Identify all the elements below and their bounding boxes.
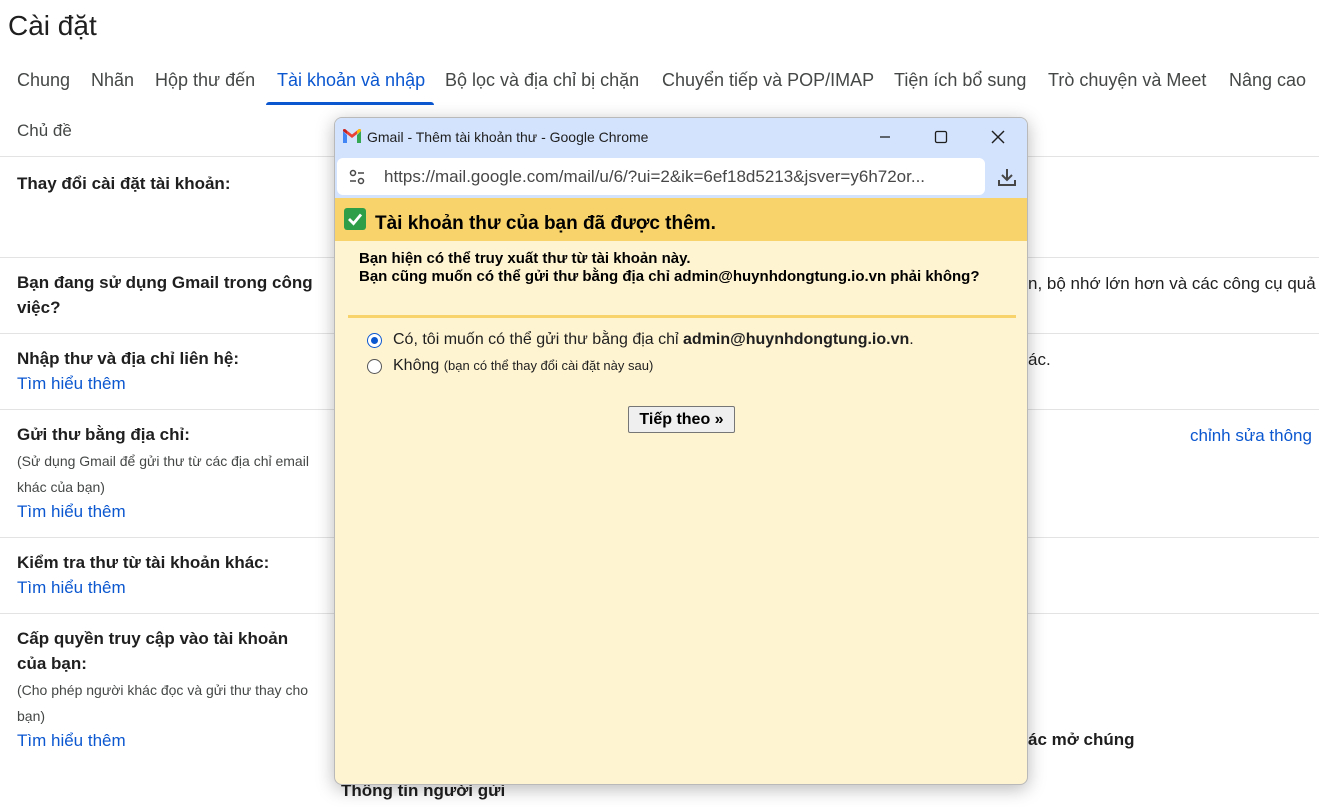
- success-banner: Tài khoản thư của bạn đã được thêm.: [335, 198, 1027, 241]
- window-title: Gmail - Thêm tài khoản thư - Google Chro…: [367, 129, 649, 145]
- site-info-icon[interactable]: [347, 167, 367, 187]
- minimize-icon[interactable]: [874, 126, 896, 148]
- row-workspace-text: n, bộ nhớ lớn hơn và các công cụ quả: [1028, 274, 1316, 293]
- info-message-line: Bạn cũng muốn có thể gửi thư bằng địa ch…: [359, 268, 980, 285]
- learn-more-link[interactable]: Tìm hiểu thêm: [17, 502, 126, 522]
- option-no-note: (bạn có thể thay đổi cài đặt này sau): [443, 358, 654, 373]
- tab-inbox[interactable]: Hộp thư đến: [155, 70, 255, 91]
- row-send-as-label: Gửi thư bằng địa chỉ:: [17, 425, 190, 444]
- row-import-text: ác.: [1028, 350, 1051, 369]
- row-check-mail-label: Kiểm tra thư từ tài khoản khác:: [17, 553, 270, 572]
- download-icon[interactable]: [995, 165, 1019, 189]
- checkmark-icon: [344, 208, 366, 230]
- row-workspace-label: Bạn đang sử dụng Gmail trong công việc?: [17, 273, 313, 317]
- row-import-label: Nhập thư và địa chỉ liên hệ:: [17, 349, 240, 368]
- page-title: Cài đặt: [8, 10, 97, 41]
- tab-themes[interactable]: Chủ đề: [17, 121, 72, 141]
- tab-filters[interactable]: Bộ lọc và địa chỉ bị chặn: [445, 70, 639, 91]
- radio-yes[interactable]: [367, 333, 382, 348]
- learn-more-link[interactable]: Tìm hiểu thêm: [17, 578, 126, 598]
- radio-no[interactable]: [367, 359, 382, 374]
- close-icon[interactable]: [987, 126, 1009, 148]
- maximize-icon[interactable]: [930, 126, 952, 148]
- section-separator: [348, 315, 1016, 318]
- info-message: Bạn hiện có thể truy xuất thư từ tài kho…: [359, 250, 999, 286]
- url-text: https://mail.google.com/mail/u/6/?ui=2&i…: [384, 167, 926, 186]
- tab-forwarding[interactable]: Chuyển tiếp và POP/IMAP: [662, 70, 874, 91]
- option-yes-email: admin@huynhdongtung.io.vn: [683, 331, 910, 348]
- add-mail-account-popup: Gmail - Thêm tài khoản thư - Google Chro…: [334, 117, 1028, 785]
- edit-info-link[interactable]: chỉnh sửa thông: [1190, 426, 1312, 446]
- tab-general[interactable]: Chung: [17, 70, 70, 91]
- tab-advanced[interactable]: Nâng cao: [1229, 70, 1306, 91]
- learn-more-link[interactable]: Tìm hiểu thêm: [17, 374, 126, 394]
- window-titlebar[interactable]: Gmail - Thêm tài khoản thư - Google Chro…: [335, 118, 1027, 156]
- next-button[interactable]: Tiếp theo »: [628, 406, 735, 433]
- banner-title: Tài khoản thư của bạn đã được thêm.: [375, 213, 716, 234]
- row-change-settings-label: Thay đổi cài đặt tài khoản:: [17, 174, 231, 193]
- row-send-as-sub: (Sử dụng Gmail để gửi thư từ các địa chỉ…: [17, 453, 309, 495]
- tab-labels[interactable]: Nhãn: [91, 70, 134, 91]
- learn-more-link[interactable]: Tìm hiểu thêm: [17, 731, 126, 751]
- tab-accounts-import[interactable]: Tài khoản và nhập: [277, 70, 425, 91]
- option-no-label: Không (bạn có thể thay đổi cài đặt này s…: [393, 357, 654, 374]
- tab-addons[interactable]: Tiện ích bổ sung: [894, 70, 1026, 91]
- row-grant-access-text: ác mở chúng: [1028, 730, 1135, 749]
- info-message-line: Bạn hiện có thể truy xuất thư từ tài kho…: [359, 250, 691, 267]
- active-tab-indicator: [266, 102, 434, 105]
- url-field[interactable]: https://mail.google.com/mail/u/6/?ui=2&i…: [337, 158, 985, 195]
- row-grant-access-label: Cấp quyền truy cập vào tài khoản của bạn…: [17, 629, 289, 673]
- tab-chat-meet[interactable]: Trò chuyện và Meet: [1048, 70, 1206, 91]
- option-yes-label: Có, tôi muốn có thể gửi thư bằng địa chỉ…: [393, 331, 914, 348]
- gmail-logo-icon: [343, 129, 361, 143]
- row-grant-access-sub: (Cho phép người khác đọc và gửi thư thay…: [17, 682, 309, 724]
- address-bar: https://mail.google.com/mail/u/6/?ui=2&i…: [335, 156, 1027, 198]
